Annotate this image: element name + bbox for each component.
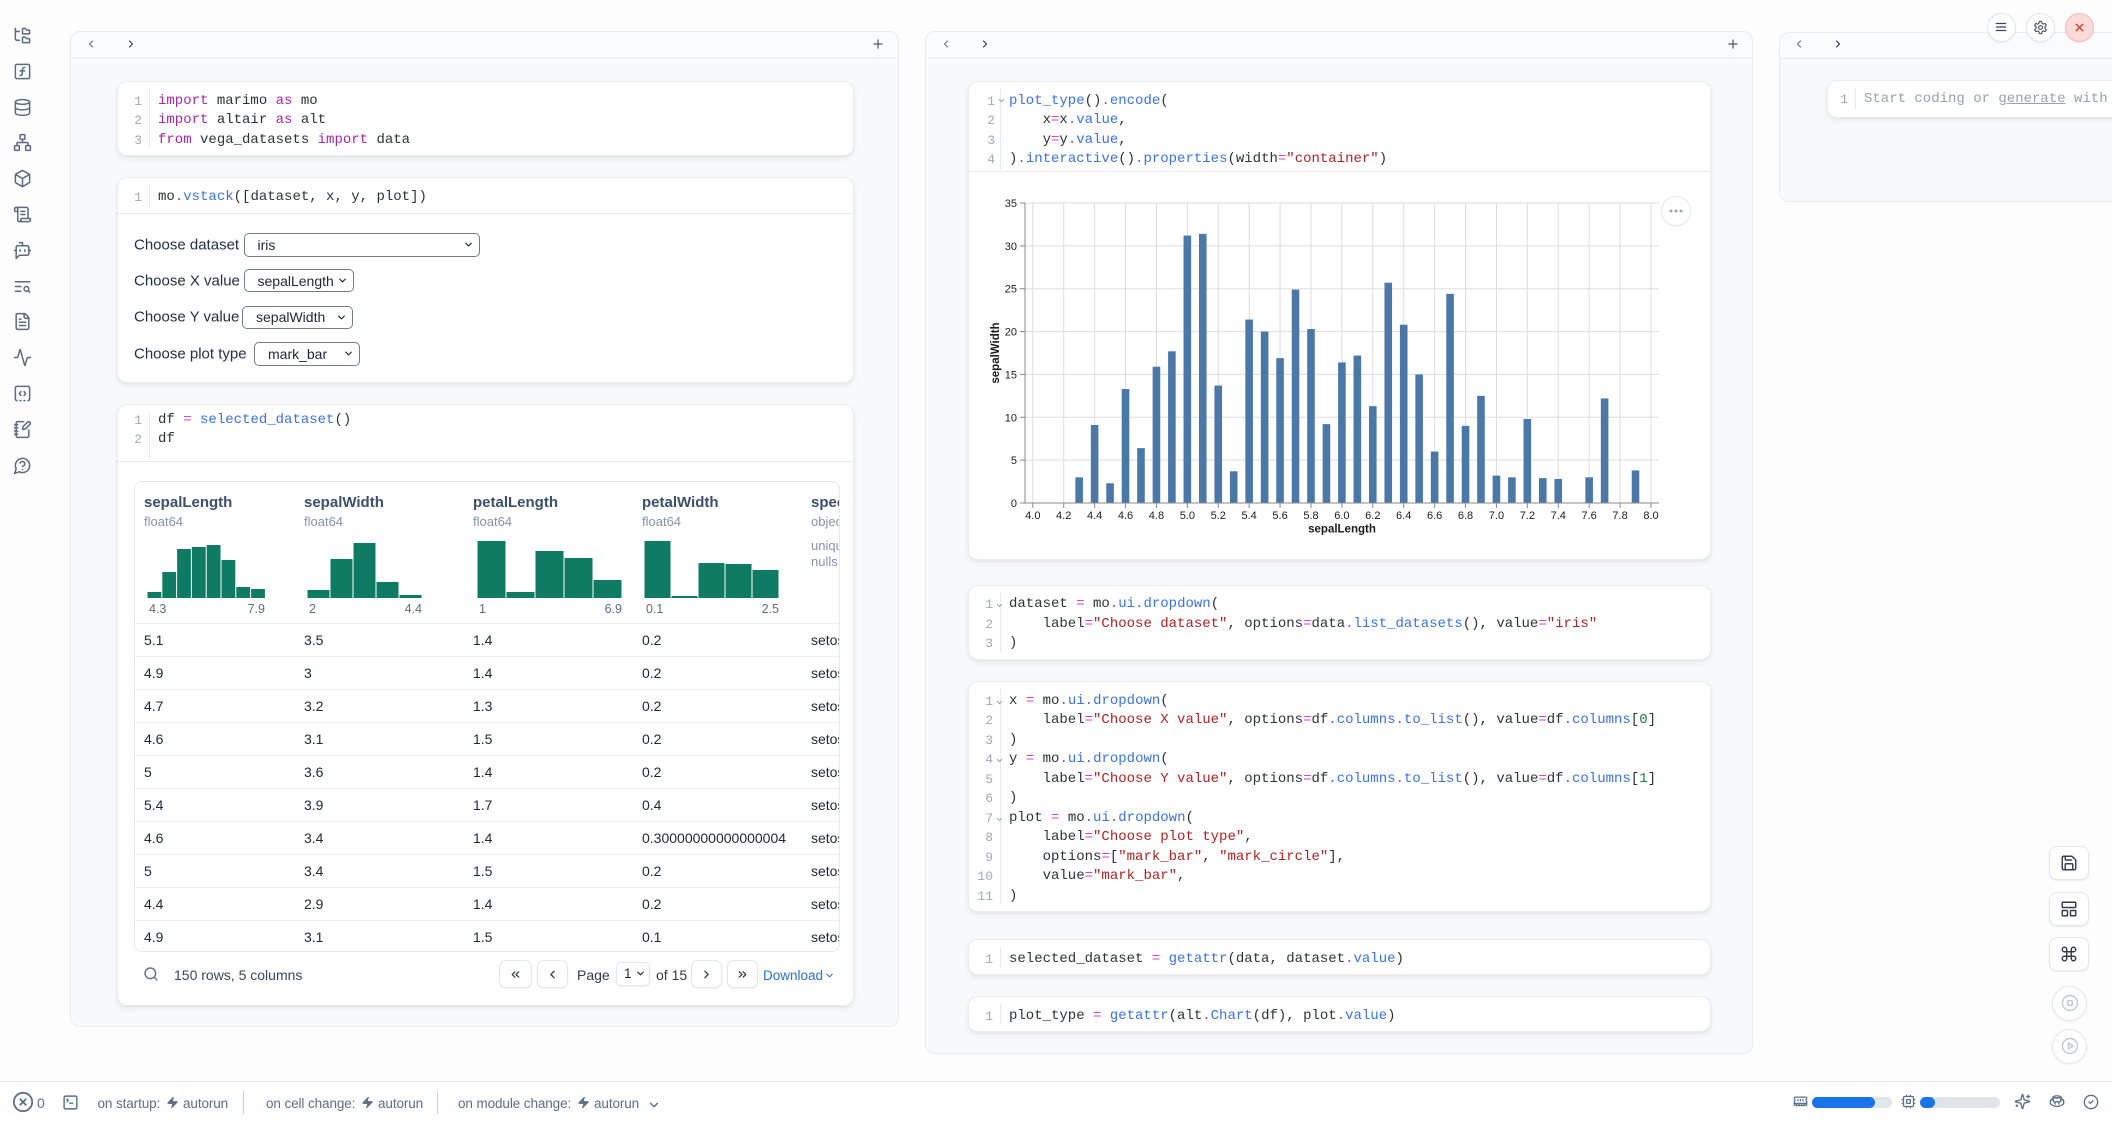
svg-text:6.0: 6.0: [1334, 510, 1349, 522]
svg-text:30: 30: [1005, 241, 1017, 253]
svg-text:4.4: 4.4: [1087, 510, 1102, 522]
svg-text:6.8: 6.8: [1458, 510, 1473, 522]
svg-text:8.0: 8.0: [1643, 510, 1658, 522]
svg-text:4.0: 4.0: [1025, 510, 1040, 522]
svg-text:4.8: 4.8: [1149, 510, 1164, 522]
svg-text:35: 35: [1005, 198, 1017, 210]
svg-text:5.6: 5.6: [1272, 510, 1287, 522]
svg-text:7.0: 7.0: [1489, 510, 1504, 522]
svg-text:25: 25: [1005, 284, 1017, 296]
svg-text:20: 20: [1005, 327, 1017, 339]
svg-text:7.6: 7.6: [1582, 510, 1597, 522]
svg-text:5.2: 5.2: [1211, 510, 1226, 522]
svg-text:5: 5: [1011, 455, 1017, 467]
svg-text:7.8: 7.8: [1612, 510, 1627, 522]
svg-text:5.8: 5.8: [1303, 510, 1318, 522]
svg-text:4.2: 4.2: [1056, 510, 1071, 522]
svg-text:6.6: 6.6: [1427, 510, 1442, 522]
svg-text:7.2: 7.2: [1520, 510, 1535, 522]
svg-text:6.2: 6.2: [1365, 510, 1380, 522]
svg-text:0: 0: [1011, 498, 1017, 510]
svg-text:15: 15: [1005, 369, 1017, 381]
svg-text:5.4: 5.4: [1242, 510, 1257, 522]
svg-text:4.6: 4.6: [1118, 510, 1133, 522]
svg-text:5.0: 5.0: [1180, 510, 1195, 522]
svg-text:6.4: 6.4: [1396, 510, 1411, 522]
svg-text:sepalLength: sepalLength: [1308, 524, 1376, 536]
svg-text:sepalWidth: sepalWidth: [990, 322, 1002, 383]
svg-text:10: 10: [1005, 412, 1017, 424]
svg-text:7.4: 7.4: [1551, 510, 1566, 522]
